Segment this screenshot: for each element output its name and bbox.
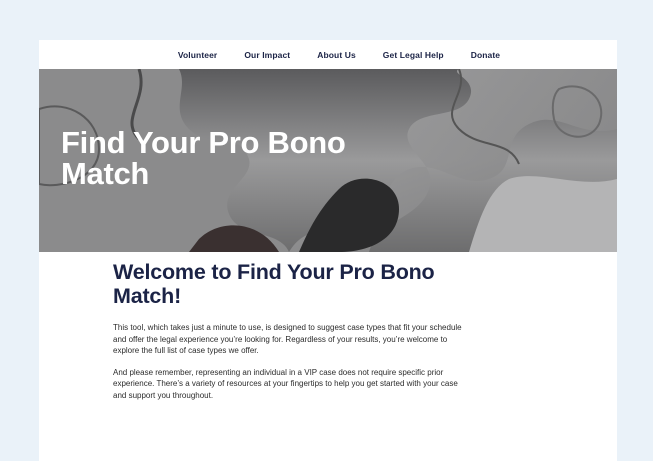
hero-banner: Find Your Pro Bono Match: [39, 69, 617, 252]
nav-about-us-link[interactable]: About Us: [317, 50, 356, 60]
nav-our-impact-link[interactable]: Our Impact: [244, 50, 290, 60]
welcome-heading: Welcome to Find Your Pro Bono Match!: [113, 260, 435, 308]
top-navigation: Volunteer Our Impact About Us Get Legal …: [39, 40, 617, 69]
intro-paragraph: This tool, which takes just a minute to …: [113, 323, 462, 356]
nav-get-legal-help-link[interactable]: Get Legal Help: [383, 50, 444, 60]
main-content: Welcome to Find Your Pro Bono Match! Thi…: [113, 260, 473, 412]
reminder-paragraph: And please remember, representing an ind…: [113, 367, 458, 400]
hero-title: Find Your Pro Bono Match: [61, 125, 346, 191]
nav-volunteer-link[interactable]: Volunteer: [178, 50, 217, 60]
nav-donate-link[interactable]: Donate: [471, 50, 500, 60]
